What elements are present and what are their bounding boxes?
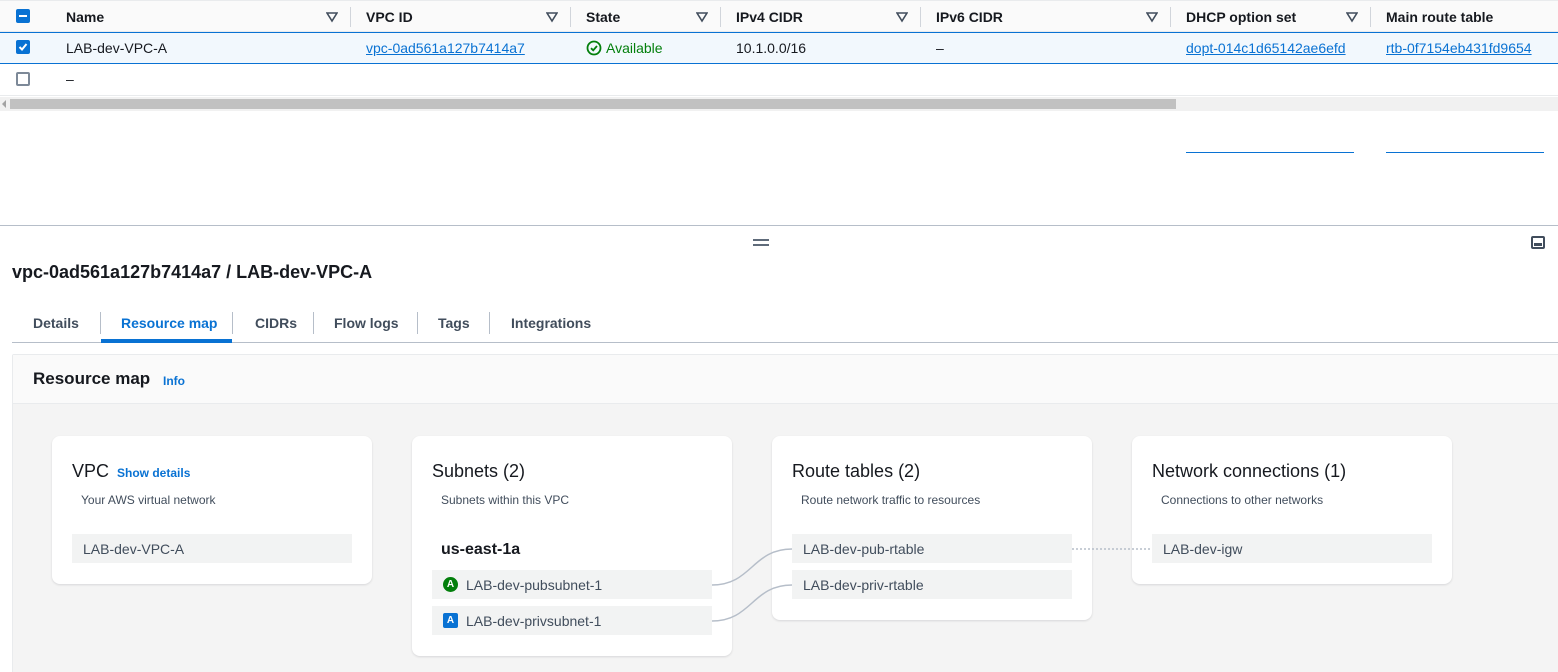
split-panel-divider xyxy=(0,225,1558,226)
cell-name: – xyxy=(66,71,74,87)
show-details-link[interactable]: Show details xyxy=(117,466,190,480)
filter-down-icon[interactable] xyxy=(896,11,908,23)
cell-name: LAB-dev-VPC-A xyxy=(66,40,168,56)
detail-tabs: Details Resource map CIDRs Flow logs Tag… xyxy=(12,304,1558,343)
vpc-card: VPC Show details Your AWS virtual network… xyxy=(52,436,372,584)
network-connections-card-title: Network connections (1) xyxy=(1152,461,1347,481)
main-route-table-link[interactable]: rtb-0f7154eb431fd9654 xyxy=(1386,33,1532,63)
info-link[interactable]: Info xyxy=(163,374,185,388)
tab-cidrs[interactable]: CIDRs xyxy=(255,304,297,342)
column-header-main-route-table[interactable]: Main route table xyxy=(1386,1,1558,32)
tab-integrations[interactable]: Integrations xyxy=(511,304,591,342)
vpc-item[interactable]: LAB-dev-VPC-A xyxy=(72,534,352,563)
private-subnet-icon: A xyxy=(443,613,458,628)
route-tables-card-subtitle: Route network traffic to resources xyxy=(801,493,981,507)
subnet-item-public[interactable]: A LAB-dev-pubsubnet-1 xyxy=(432,570,712,599)
route-table-item[interactable]: LAB-dev-pub-rtable xyxy=(792,534,1072,563)
column-divider[interactable] xyxy=(920,7,921,27)
tab-divider xyxy=(232,312,233,334)
column-header-vpc-id[interactable]: VPC ID xyxy=(366,1,566,32)
drag-handle-icon[interactable] xyxy=(753,239,769,246)
tab-resource-map[interactable]: Resource map xyxy=(121,304,217,342)
minimize-panel-icon[interactable] xyxy=(1531,236,1545,249)
row-checkbox[interactable] xyxy=(16,72,30,86)
tab-divider xyxy=(100,312,101,334)
column-divider[interactable] xyxy=(720,7,721,27)
tab-divider xyxy=(489,312,490,334)
subnet-item-private[interactable]: A LAB-dev-privsubnet-1 xyxy=(432,606,712,635)
status-badge: Available xyxy=(586,33,663,63)
subnets-card: Subnets (2) Subnets within this VPC us-e… xyxy=(412,436,732,656)
subnets-card-title: Subnets (2) xyxy=(432,461,526,481)
tab-details[interactable]: Details xyxy=(33,304,79,342)
horizontal-scrollbar[interactable] xyxy=(0,97,1558,111)
column-divider[interactable] xyxy=(570,7,571,27)
availability-zone-label: us-east-1a xyxy=(441,541,521,558)
tab-flow-logs[interactable]: Flow logs xyxy=(334,304,399,342)
cell-ipv4-cidr: 10.1.0.0/16 xyxy=(736,40,807,56)
filter-down-icon[interactable] xyxy=(326,11,338,23)
column-divider[interactable] xyxy=(1370,7,1371,27)
tab-tags[interactable]: Tags xyxy=(438,304,470,342)
column-header-dhcp-option-set[interactable]: DHCP option set xyxy=(1186,1,1366,32)
column-divider[interactable] xyxy=(350,7,351,27)
table-row[interactable]: – xyxy=(0,64,1558,153)
filter-down-icon[interactable] xyxy=(1146,11,1158,23)
row-checkbox[interactable] xyxy=(16,40,30,54)
public-subnet-icon: A xyxy=(443,577,458,592)
vpc-table: Name VPC ID State IPv4 CIDR IPv6 CIDR DH… xyxy=(0,0,1558,153)
filter-down-icon[interactable] xyxy=(546,11,558,23)
link-underline xyxy=(1386,152,1544,153)
link-underline xyxy=(1186,152,1354,153)
vpc-card-title: VPC Show details xyxy=(72,461,191,481)
route-table-item[interactable]: LAB-dev-priv-rtable xyxy=(792,570,1072,599)
resource-map-title: Resource map xyxy=(33,369,151,388)
column-header-ipv6-cidr[interactable]: IPv6 CIDR xyxy=(936,1,1166,32)
network-connections-card: Network connections (1) Connections to o… xyxy=(1132,436,1452,584)
route-tables-card-title: Route tables (2) xyxy=(792,461,921,481)
check-circle-icon xyxy=(586,40,602,56)
vpc-card-subtitle: Your AWS virtual network xyxy=(81,493,216,507)
vpc-id-link[interactable]: vpc-0ad561a127b7414a7 xyxy=(366,33,525,63)
column-divider[interactable] xyxy=(1170,7,1171,27)
column-header-name[interactable]: Name xyxy=(66,1,346,32)
column-header-state[interactable]: State xyxy=(586,1,716,32)
select-all-checkbox[interactable] xyxy=(16,9,30,23)
table-header: Name VPC ID State IPv4 CIDR IPv6 CIDR DH… xyxy=(0,0,1558,32)
scrollbar-thumb[interactable] xyxy=(10,99,1176,109)
column-header-ipv4-cidr[interactable]: IPv4 CIDR xyxy=(736,1,916,32)
internet-gateway-item[interactable]: LAB-dev-igw xyxy=(1152,534,1432,563)
dhcp-option-set-link[interactable]: dopt-014c1d65142ae6efd xyxy=(1186,33,1346,63)
active-tab-indicator xyxy=(101,339,232,343)
filter-down-icon[interactable] xyxy=(1346,11,1358,23)
subnets-card-subtitle: Subnets within this VPC xyxy=(441,493,570,507)
network-connections-card-subtitle: Connections to other networks xyxy=(1161,493,1324,507)
resource-map-header: Resource map Info xyxy=(13,355,1558,404)
table-row[interactable]: LAB-dev-VPC-A vpc-0ad561a127b7414a7 Avai… xyxy=(0,32,1558,64)
scroll-left-icon[interactable] xyxy=(2,100,6,108)
page-title: vpc-0ad561a127b7414a7 / LAB-dev-VPC-A xyxy=(12,262,373,282)
tab-divider xyxy=(313,312,314,334)
route-tables-card: Route tables (2) Route network traffic t… xyxy=(772,436,1092,620)
tab-divider xyxy=(417,312,418,334)
cell-ipv6-cidr: – xyxy=(936,40,944,56)
filter-down-icon[interactable] xyxy=(696,11,708,23)
